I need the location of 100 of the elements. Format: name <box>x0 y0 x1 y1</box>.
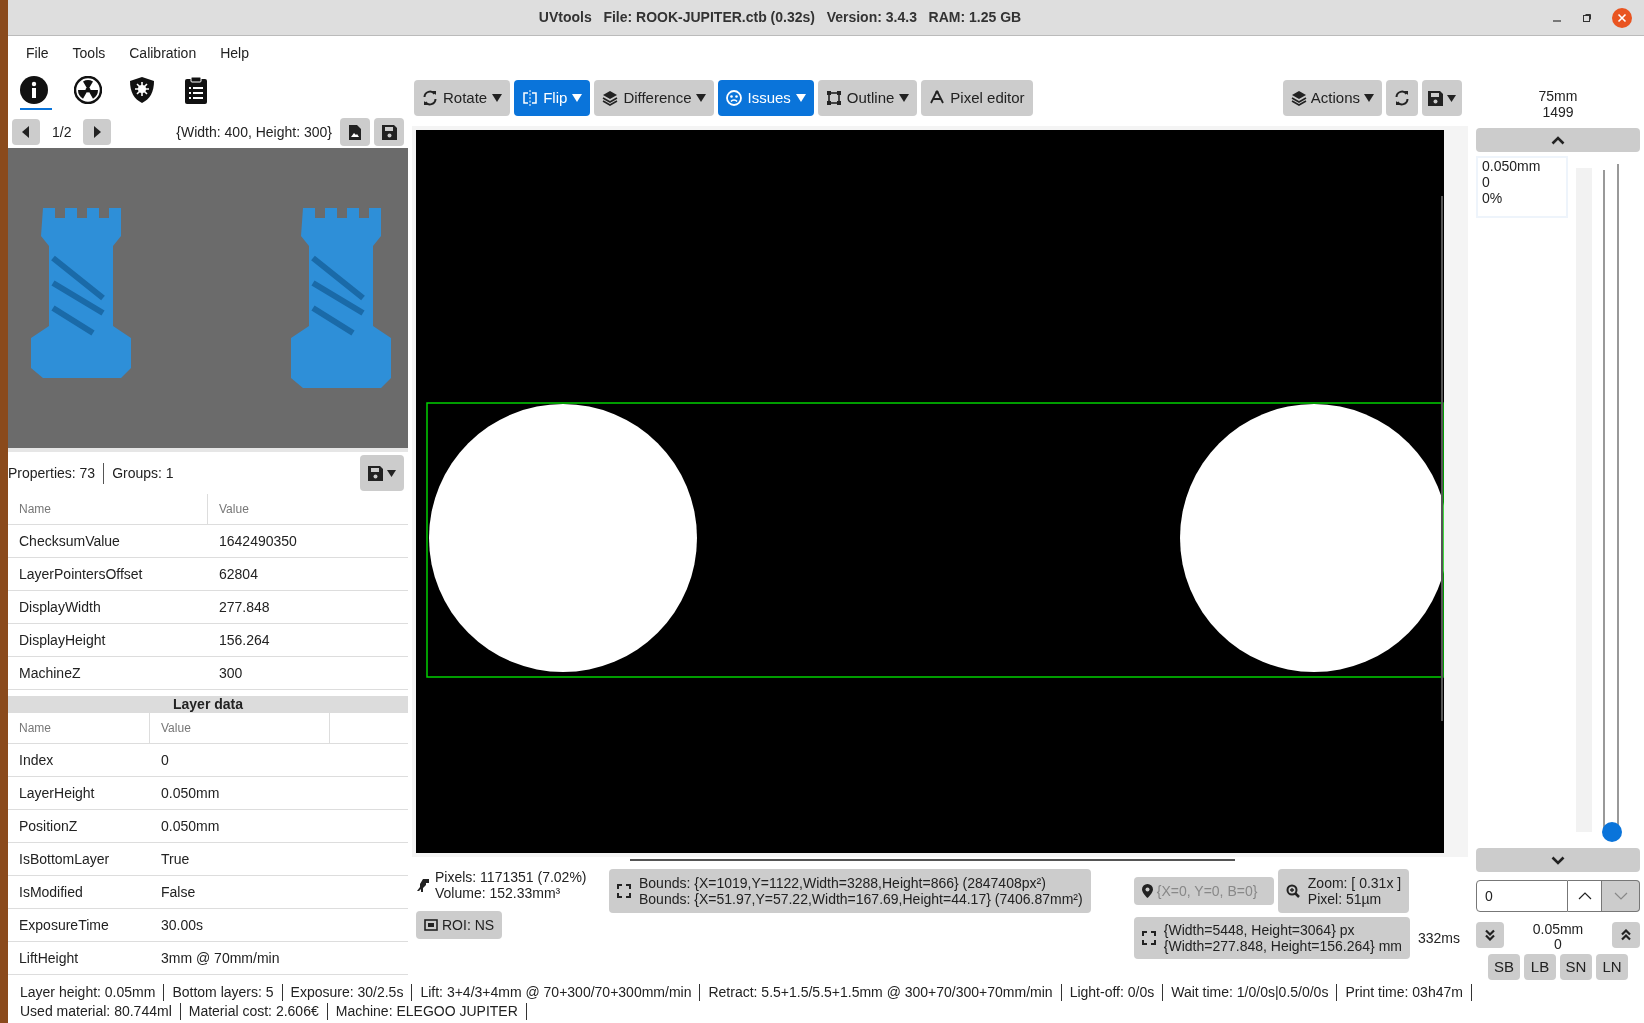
status-item: Layer height: 0.05mm <box>12 984 165 1001</box>
close-icon[interactable] <box>1612 7 1632 28</box>
table-row[interactable]: LayerPointersOffset 62804 <box>8 558 408 591</box>
toolbar-button[interactable]: Difference <box>594 80 715 116</box>
status-item: Lift: 3+4/3+4mm @ 70+300/70+300mm/min <box>412 984 701 1001</box>
previous-button[interactable] <box>12 119 40 145</box>
maximize-icon[interactable] <box>1582 12 1592 23</box>
table-cell: 156.264 <box>219 631 270 648</box>
slider-thumb[interactable] <box>1602 822 1622 842</box>
table-cell: True <box>161 850 190 867</box>
table-row[interactable]: LiftHeight 3mm @ 70mm/min <box>8 942 408 975</box>
table-cell: 3mm @ 70mm/min <box>161 949 280 966</box>
right-arrow-icon <box>92 126 103 138</box>
table-row[interactable]: ExposureTime 30.00s <box>8 909 408 942</box>
save-dropdown-button[interactable] <box>360 455 404 491</box>
shield-gear-icon <box>128 76 156 104</box>
pixel-size: Pixel: 51µm <box>1307 891 1383 907</box>
caret-icon <box>572 94 583 102</box>
bounds-text: Bounds: {X=51.97,Y=57.22,Width=167.69,Height=44.17} (7406.87mm²) <box>639 891 1083 907</box>
table-cell: DisplayWidth <box>19 598 101 615</box>
double-chevron-down-icon <box>1484 929 1496 941</box>
outline-icon <box>825 90 842 106</box>
chevron-down-icon <box>1551 855 1565 865</box>
table-cell: 277.848 <box>219 598 270 615</box>
file-image-icon <box>349 124 361 140</box>
layer-slider[interactable] <box>1600 164 1624 842</box>
first-layer-button[interactable] <box>1476 922 1504 948</box>
status-item: Machine: ELEGOO JUPITER <box>327 1003 527 1020</box>
status-item: Light-off: 0/0s <box>1061 984 1164 1001</box>
layer-input-field[interactable]: 0 <box>1476 880 1568 912</box>
table-row[interactable]: LayerHeight 0.050mm <box>8 777 408 810</box>
layer-nav-button[interactable]: LN <box>1596 954 1628 980</box>
chevron-down-icon <box>1613 892 1628 900</box>
status-item: Print time: 03h47m <box>1337 984 1472 1001</box>
column-header: Name <box>19 501 51 518</box>
table-cell: ExposureTime <box>19 916 109 933</box>
menu-item[interactable]: Help <box>210 38 259 68</box>
cursor-coordinates: {X=0, Y=0, B=0} <box>1133 877 1274 905</box>
face-icon <box>726 90 743 106</box>
rotate-icon <box>422 90 438 106</box>
column-header: Value <box>161 720 191 737</box>
current-layer: 0 <box>1554 937 1562 952</box>
map-pin-icon <box>1141 884 1153 898</box>
toolbar-button[interactable]: Pixel editor <box>921 80 1033 116</box>
menu-item[interactable]: Calibration <box>119 38 207 68</box>
table-row[interactable]: IsBottomLayer True <box>8 843 408 876</box>
actions-button[interactable]: Actions <box>1282 80 1382 116</box>
decrement-button[interactable] <box>1602 880 1640 912</box>
radiation-icon <box>74 76 102 104</box>
table-row[interactable]: DisplayWidth 277.848 <box>8 591 408 624</box>
table-row[interactable]: IsModified False <box>8 876 408 909</box>
menu-item[interactable]: File <box>16 38 59 68</box>
table-cell: DisplayHeight <box>19 631 106 648</box>
last-layer-button[interactable] <box>1612 922 1640 948</box>
resolution-text: {Width=277.848, Height=156.264} mm <box>1163 938 1402 954</box>
table-cell: 30.00s <box>161 916 204 933</box>
table-row[interactable]: MachineZ 300 <box>8 657 408 690</box>
toolbar-button[interactable]: Rotate <box>414 80 511 116</box>
refresh-button[interactable] <box>1386 80 1418 116</box>
layer-nav-button[interactable]: SN <box>1560 954 1592 980</box>
table-row[interactable]: Index 0 <box>8 744 408 777</box>
table-cell: 0 <box>161 751 169 768</box>
export-image-button[interactable] <box>340 118 370 146</box>
toolbar-button[interactable]: Outline <box>817 80 918 116</box>
save-icon <box>1428 90 1443 106</box>
save-icon <box>381 124 397 140</box>
double-chevron-up-icon <box>1620 929 1632 941</box>
table-row[interactable]: DisplayHeight 156.264 <box>8 624 408 657</box>
table-cell: False <box>161 883 196 900</box>
roi-button[interactable]: ROI: NS <box>416 911 503 939</box>
side-tab[interactable] <box>20 76 52 110</box>
table-row[interactable]: ChecksumValue 1642490350 <box>8 525 408 558</box>
table-cell: 62804 <box>219 565 258 582</box>
table-cell: IsBottomLayer <box>19 850 110 867</box>
table-cell: LayerPointersOffset <box>19 565 143 582</box>
groups-count: Groups: 1 <box>111 463 174 483</box>
caret-icon <box>492 94 503 102</box>
layer-nav-button[interactable]: SB <box>1488 954 1520 980</box>
layer-info-text: 0 <box>1482 174 1491 190</box>
caret-icon <box>1447 94 1456 102</box>
save-dropdown-button[interactable] <box>1422 80 1462 116</box>
next-button[interactable] <box>83 119 112 145</box>
layer-nav-button[interactable]: LB <box>1524 954 1556 980</box>
layer-info-text: 0% <box>1482 190 1504 206</box>
zoom-level: Zoom: [ 0.31x ] <box>1307 875 1402 891</box>
table-row[interactable]: PositionZ 0.050mm <box>8 810 408 843</box>
status-item: Used material: 80.744ml <box>12 1003 181 1020</box>
toolbar-button[interactable]: Flip <box>514 80 591 116</box>
current-height: 0.05mm <box>1532 922 1584 937</box>
save-button[interactable] <box>374 118 404 146</box>
clipboard-list-icon <box>182 76 210 104</box>
toolbar-button[interactable]: Issues <box>718 80 814 116</box>
menu-item[interactable]: Tools <box>62 38 116 68</box>
increment-button[interactable] <box>1568 880 1602 912</box>
layers-icon <box>602 90 619 106</box>
resolution-text: {Width=5448, Height=3064} px <box>1163 922 1356 938</box>
table-cell: ChecksumValue <box>19 532 120 549</box>
column-header: Value <box>219 501 249 518</box>
chevron-up-icon <box>1551 135 1565 145</box>
properties-count: Properties: 73 <box>8 462 105 484</box>
